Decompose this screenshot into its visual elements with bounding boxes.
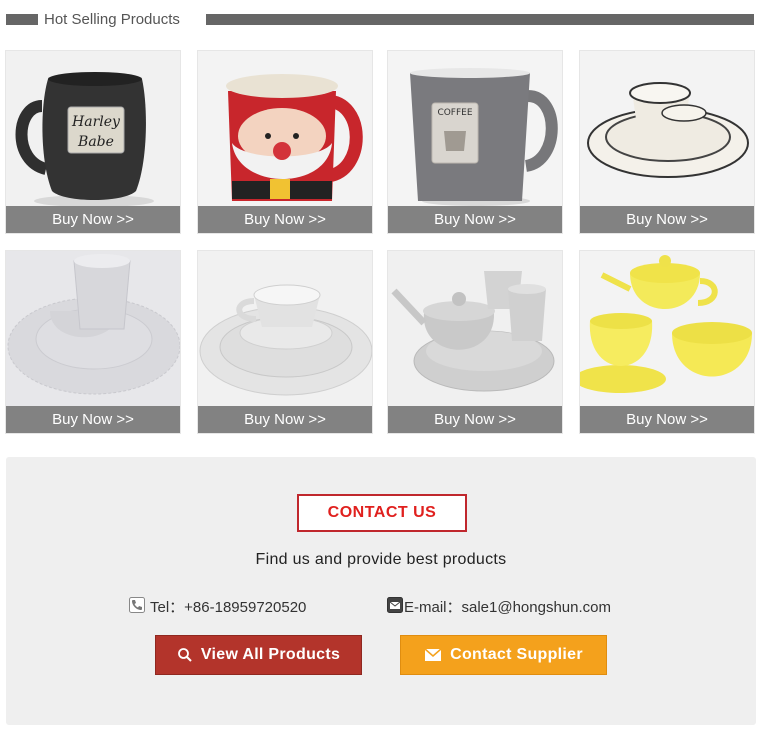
buy-now-button[interactable]: Buy Now >> [6, 406, 180, 433]
contact-supplier-label: Contact Supplier [450, 646, 583, 663]
buy-now-button[interactable]: Buy Now >> [198, 406, 372, 433]
phone-text: Tel：+86-18959720520 [150, 598, 307, 616]
product-card-teapot-set[interactable]: Buy Now >> [387, 250, 563, 434]
lace-dinner-set-image [6, 251, 180, 407]
buy-now-button[interactable]: Buy Now >> [388, 206, 562, 233]
email-text[interactable]: E-mail：sale1@hongshun.com [404, 599, 611, 616]
contact-title: CONTACT US [297, 494, 467, 532]
header-bar-right [206, 14, 754, 25]
search-icon [177, 647, 193, 663]
harley-babe-mug-image: Harley Babe [6, 51, 180, 207]
email-info: E-mail：sale1@hongshun.com [387, 597, 611, 617]
view-all-products-button[interactable]: View All Products [155, 635, 362, 675]
mug-text-babe: Babe [77, 134, 114, 150]
product-card-woven-texture-plates[interactable]: Buy Now >> [197, 250, 373, 434]
woven-plates-image [198, 251, 372, 407]
view-all-products-label: View All Products [200, 646, 341, 663]
contact-panel: CONTACT US Find us and provide best prod… [6, 457, 756, 725]
mug-text-coffee: COFFEE [437, 108, 472, 118]
product-card-harley-babe-mug[interactable]: Harley Babe Buy Now >> [5, 50, 181, 234]
contact-supplier-button[interactable]: Contact Supplier [400, 635, 607, 675]
teapot-set-image [388, 251, 562, 407]
section-title: Hot Selling Products [44, 11, 180, 28]
buy-now-button[interactable]: Buy Now >> [580, 206, 754, 233]
product-card-lace-dinner-set[interactable]: Buy Now >> [5, 250, 181, 434]
header-bar-left [6, 14, 38, 25]
section-header: Hot Selling Products [6, 10, 754, 30]
phone-info: Tel：+86-18959720520 [129, 597, 306, 617]
product-card-yellow-tea-set[interactable]: Buy Now >> [579, 250, 755, 434]
yellow-tea-set-image [580, 251, 754, 407]
envelope-icon [424, 648, 442, 662]
phone-icon [129, 597, 145, 619]
product-card-coffee-mug[interactable]: COFFEE Buy Now >> [387, 50, 563, 234]
buy-now-button[interactable]: Buy Now >> [580, 406, 754, 433]
buy-now-button[interactable]: Buy Now >> [198, 206, 372, 233]
dinnerware-rim-image [580, 51, 754, 207]
coffee-mug-image: COFFEE [388, 51, 562, 207]
product-card-dinnerware-set-rim[interactable]: Buy Now >> [579, 50, 755, 234]
product-card-santa-mug[interactable]: Buy Now >> [197, 50, 373, 234]
mug-text-harley: Harley [71, 114, 121, 130]
santa-mug-image [198, 51, 372, 207]
email-icon [387, 597, 403, 619]
buy-now-button[interactable]: Buy Now >> [6, 206, 180, 233]
buy-now-button[interactable]: Buy Now >> [388, 406, 562, 433]
contact-subtitle: Find us and provide best products [255, 551, 507, 568]
